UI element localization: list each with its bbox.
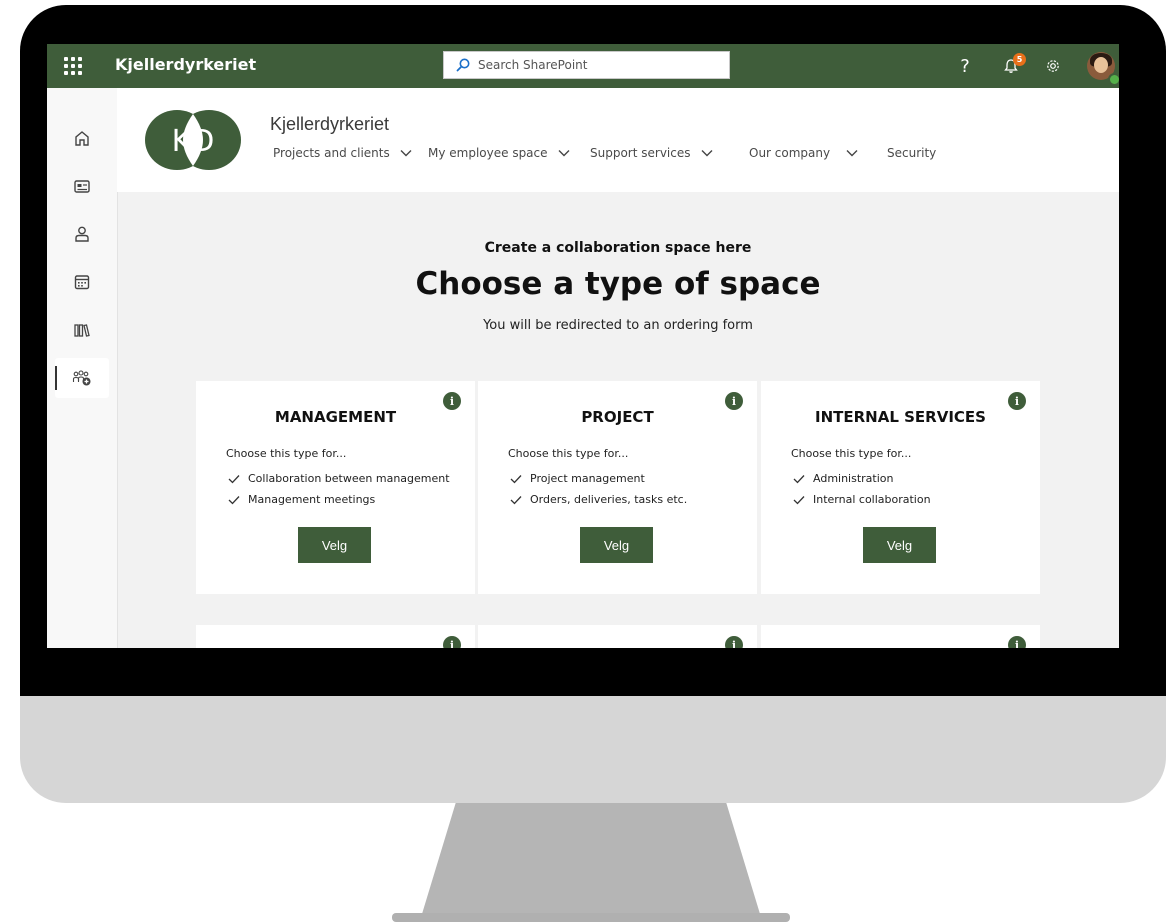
page-title: Choose a type of space bbox=[415, 266, 821, 302]
list-item: Collaboration between management bbox=[228, 468, 450, 489]
presence-status-icon bbox=[1108, 73, 1119, 86]
page-hint: You will be redirected to an ordering fo… bbox=[483, 318, 753, 333]
site-logo[interactable]: KD bbox=[143, 108, 243, 172]
chevron-down-icon bbox=[400, 150, 412, 157]
info-icon[interactable]: i bbox=[1008, 636, 1026, 648]
nav-my-employee-space[interactable]: My employee space bbox=[428, 146, 570, 160]
site-title[interactable]: Kjellerdyrkeriet bbox=[270, 114, 389, 135]
select-internal-services-button[interactable]: Velg bbox=[863, 527, 936, 563]
card-bullets: Project management Orders, deliveries, t… bbox=[510, 468, 687, 510]
chevron-down-icon bbox=[558, 150, 570, 157]
help-icon[interactable]: ? bbox=[953, 44, 977, 88]
card-bullets: Administration Internal collaboration bbox=[793, 468, 931, 510]
nav-projects-and-clients[interactable]: Projects and clients bbox=[273, 146, 412, 160]
list-item: Project management bbox=[510, 468, 687, 489]
list-item: Administration bbox=[793, 468, 931, 489]
nav-label: Our company bbox=[749, 146, 831, 160]
nav-label: Security bbox=[887, 146, 937, 160]
bullet-text: Internal collaboration bbox=[813, 493, 931, 506]
card-title: MANAGEMENT bbox=[274, 408, 397, 426]
screen: Kjellerdyrkeriet Search SharePoint ? 5 K… bbox=[47, 44, 1119, 648]
list-item: Management meetings bbox=[228, 489, 450, 510]
search-icon bbox=[456, 58, 470, 72]
home-icon bbox=[75, 131, 89, 146]
page-subtitle: Create a collaboration space here bbox=[484, 240, 752, 256]
library-icon bbox=[74, 324, 90, 337]
bullet-text: Administration bbox=[813, 472, 894, 485]
monitor-stand bbox=[419, 803, 763, 921]
suite-bar: Kjellerdyrkeriet Search SharePoint ? 5 bbox=[47, 44, 1119, 88]
list-item: Orders, deliveries, tasks etc. bbox=[510, 489, 687, 510]
checkmark-icon bbox=[510, 474, 522, 483]
list-item: Internal collaboration bbox=[793, 489, 931, 510]
space-type-card-internal-services: i INTERNAL SERVICES Choose this type for… bbox=[761, 381, 1040, 594]
rail-home[interactable] bbox=[55, 118, 109, 158]
suite-site-name[interactable]: Kjellerdyrkeriet bbox=[115, 55, 256, 74]
nav-support-services[interactable]: Support services bbox=[590, 146, 713, 160]
card-title: INTERNAL SERVICES bbox=[815, 408, 986, 426]
rail-people[interactable] bbox=[55, 214, 109, 254]
notifications-button[interactable]: 5 bbox=[997, 44, 1026, 88]
rail-calendar[interactable] bbox=[55, 262, 109, 302]
search-placeholder: Search SharePoint bbox=[478, 58, 588, 72]
space-type-card-partial: i bbox=[196, 625, 475, 648]
bullet-text: Project management bbox=[530, 472, 645, 485]
space-type-card-project: i PROJECT Choose this type for... Projec… bbox=[478, 381, 757, 594]
info-icon[interactable]: i bbox=[443, 636, 461, 648]
gear-icon bbox=[1047, 60, 1059, 72]
card-lead: Choose this type for... bbox=[791, 447, 912, 460]
bullet-text: Orders, deliveries, tasks etc. bbox=[530, 493, 688, 506]
rail-create-space[interactable] bbox=[55, 358, 109, 398]
bullet-text: Management meetings bbox=[248, 493, 376, 506]
settings-button[interactable] bbox=[1041, 44, 1065, 88]
site-header: KD Kjellerdyrkeriet Projects and clients… bbox=[117, 88, 1119, 192]
news-icon bbox=[74, 180, 90, 193]
checkmark-icon bbox=[793, 495, 805, 504]
calendar-icon bbox=[74, 275, 90, 290]
logo-text: KD bbox=[172, 124, 215, 159]
rail-news[interactable] bbox=[55, 166, 109, 206]
select-project-button[interactable]: Velg bbox=[580, 527, 653, 563]
add-team-icon bbox=[72, 370, 91, 386]
checkmark-icon bbox=[793, 474, 805, 483]
space-type-card-management: i MANAGEMENT Choose this type for... Col… bbox=[196, 381, 475, 594]
nav-label: Support services bbox=[590, 146, 691, 160]
app-bar bbox=[47, 88, 118, 648]
nav-label: My employee space bbox=[428, 146, 548, 160]
bullet-text: Collaboration between management bbox=[248, 472, 450, 485]
notification-badge: 5 bbox=[1013, 53, 1026, 66]
checkmark-icon bbox=[510, 495, 522, 504]
nav-our-company[interactable]: Our company bbox=[749, 146, 858, 160]
chevron-down-icon bbox=[701, 150, 712, 157]
search-input[interactable]: Search SharePoint bbox=[443, 51, 730, 79]
space-type-card-partial: i bbox=[761, 625, 1040, 648]
select-management-button[interactable]: Velg bbox=[298, 527, 371, 563]
nav-security[interactable]: Security bbox=[887, 146, 936, 160]
space-type-card-partial: i bbox=[478, 625, 757, 648]
checkmark-icon bbox=[228, 495, 240, 504]
nav-label: Projects and clients bbox=[273, 146, 390, 160]
rail-library[interactable] bbox=[55, 310, 109, 350]
card-bullets: Collaboration between management Managem… bbox=[228, 468, 450, 510]
chevron-down-icon bbox=[846, 150, 858, 157]
monitor-stand-base bbox=[392, 913, 790, 922]
checkmark-icon bbox=[228, 474, 240, 483]
card-lead: Choose this type for... bbox=[508, 447, 629, 460]
card-lead: Choose this type for... bbox=[226, 447, 347, 460]
info-icon[interactable]: i bbox=[725, 636, 743, 648]
card-title: PROJECT bbox=[581, 408, 654, 426]
app-launcher-icon[interactable] bbox=[61, 54, 85, 78]
person-icon bbox=[75, 226, 89, 242]
